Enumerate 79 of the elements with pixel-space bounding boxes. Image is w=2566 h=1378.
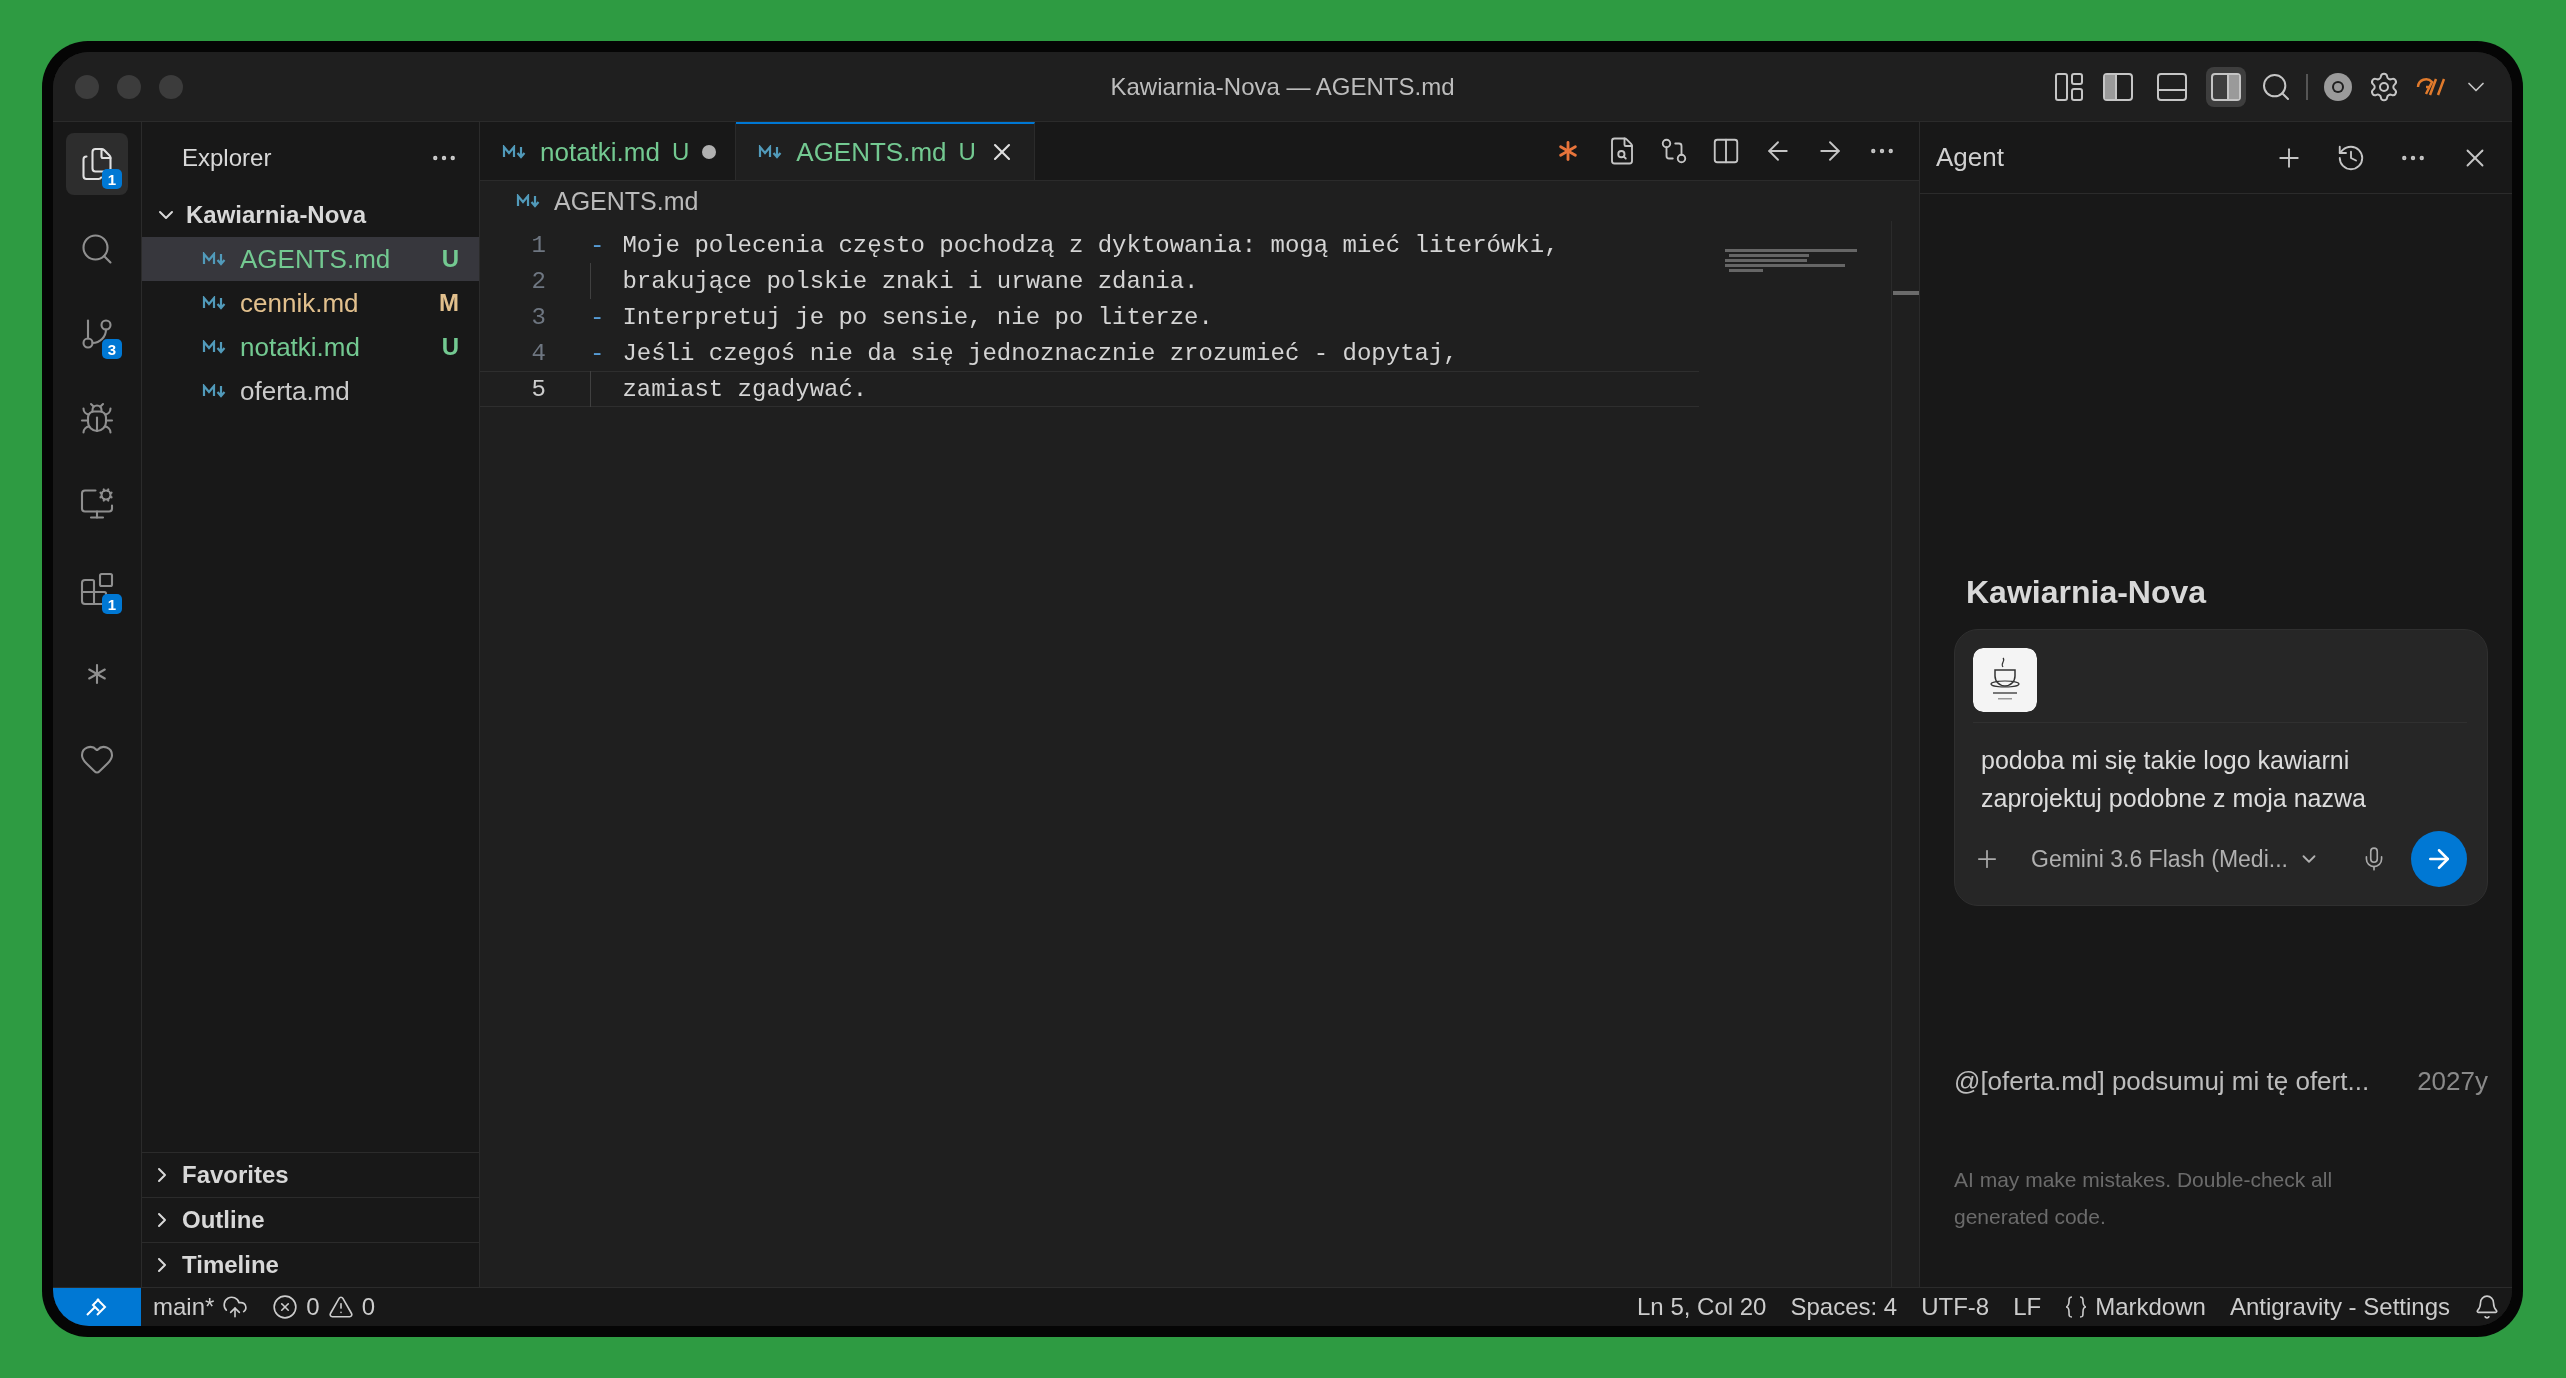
file-row[interactable]: AGENTS.md U xyxy=(142,237,479,281)
disclaimer-text: AI may make mistakes. Double-check all generated code. xyxy=(1954,1167,2334,1230)
scroll-marker xyxy=(1892,291,1919,295)
source-control-tab[interactable]: 3 xyxy=(66,303,128,365)
list-marker: - xyxy=(590,339,606,367)
browser-icon[interactable] xyxy=(2322,70,2354,103)
editor-tab[interactable]: AGENTS.md U xyxy=(736,122,1035,180)
warning-icon xyxy=(327,1294,354,1320)
line-number: 3 xyxy=(530,303,546,331)
compare-icon[interactable] xyxy=(1659,136,1689,166)
sidebar-toggle-icon xyxy=(2211,72,2241,101)
markdown-icon xyxy=(202,296,228,310)
panel-toggle-icon xyxy=(2157,72,2187,101)
file-row[interactable]: cennik.md M xyxy=(142,281,479,325)
panel-title: Agent xyxy=(1936,142,2005,173)
git-status: U xyxy=(441,333,459,361)
problems-status[interactable]: 0 0 xyxy=(260,1293,388,1321)
markdown-icon xyxy=(502,145,528,159)
bell-icon xyxy=(2474,1294,2500,1320)
split-editor-icon[interactable] xyxy=(1711,136,1741,166)
code-line: Moje polecenia często pochodzą z dyktowania: mogą mieć literówki, xyxy=(621,231,1559,259)
branch-status[interactable]: main* xyxy=(141,1293,261,1321)
explorer-title: Explorer xyxy=(182,143,272,172)
file-row[interactable]: notatki.md U xyxy=(142,325,479,369)
encoding-status[interactable]: UTF-8 xyxy=(1909,1293,2002,1321)
markdown-icon xyxy=(202,384,228,398)
unsaved-dot-icon xyxy=(701,144,718,160)
bug-icon xyxy=(79,401,115,437)
workspace-title: Kawiarnia-Nova xyxy=(1965,574,2208,611)
line-number: 5 xyxy=(530,375,546,403)
explorer-tab[interactable]: 1 xyxy=(66,133,128,195)
customize-layout-icon[interactable] xyxy=(2054,71,2084,102)
file-name: oferta.md xyxy=(240,375,351,407)
history-item[interactable]: @[oferta.md] podsumuj mi tę ofert... xyxy=(1954,1066,2418,1097)
code-line: Jeśli czegoś nie da się jednoznacznie zrozumieć - dopytaj, xyxy=(621,339,1458,367)
file-name: notatki.md xyxy=(240,331,361,363)
markdown-icon xyxy=(516,194,542,208)
breadcrumb[interactable]: AGENTS.md xyxy=(480,181,1919,221)
sidebar-toggle-icon xyxy=(2103,72,2133,101)
file-name: AGENTS.md xyxy=(240,243,392,275)
markdown-icon xyxy=(202,340,228,354)
cursor-position[interactable]: Ln 5, Col 20 xyxy=(1625,1293,1779,1321)
settings-status[interactable]: Antigravity - Settings xyxy=(2217,1293,2462,1321)
prompt-text[interactable]: podoba mi się takie logo kawiarni zaprojektuj podobne z moja nazwa xyxy=(1973,741,2467,817)
search-icon xyxy=(79,231,115,267)
remote-button[interactable] xyxy=(53,1288,141,1326)
line-number: 1 xyxy=(530,231,546,259)
file-row[interactable]: oferta.md xyxy=(142,369,479,413)
code-line: zamiast zgadywać. xyxy=(621,375,868,403)
markdown-icon xyxy=(202,252,228,266)
file-name: cennik.md xyxy=(240,287,360,319)
git-status: U xyxy=(441,245,459,273)
list-marker: - xyxy=(590,231,606,259)
code-line: Interpretuj je po sensie, nie po literze. xyxy=(621,303,1213,331)
send-button[interactable] xyxy=(2411,831,2467,887)
monitor-icon xyxy=(79,486,115,522)
cloud-upload-icon xyxy=(222,1294,249,1320)
list-marker: - xyxy=(590,303,606,331)
section-header[interactable]: Favorites xyxy=(142,1152,479,1197)
line-ending-status[interactable]: LF xyxy=(2001,1293,2054,1321)
code-line: brakujące polskie znaki i urwane zdania. xyxy=(621,267,1199,295)
count-badge: 1 xyxy=(102,594,122,614)
model-selector[interactable]: Gemini 3.6 Flash (Medi... xyxy=(2031,845,2361,873)
extensions-tab[interactable]: 1 xyxy=(66,558,128,620)
section-header[interactable]: Outline xyxy=(142,1197,479,1242)
indentation-status[interactable]: Spaces: 4 xyxy=(1778,1293,1910,1321)
line-number: 2 xyxy=(530,267,546,295)
layout-toggle[interactable] xyxy=(2206,66,2246,107)
braces-icon xyxy=(2065,1295,2088,1319)
count-badge: 1 xyxy=(102,169,122,189)
language-status[interactable]: Markdown xyxy=(2053,1293,2218,1321)
settings-icon[interactable] xyxy=(2368,70,2400,103)
history-age: 2027y xyxy=(2417,1066,2488,1097)
folder-item[interactable]: Kawiarnia-Nova xyxy=(142,193,479,237)
error-icon xyxy=(272,1294,299,1320)
line-number: 4 xyxy=(530,339,546,367)
count-badge: 3 xyxy=(102,339,122,359)
window-title: Kawiarnia-Nova — AGENTS.md xyxy=(1109,72,1456,101)
git-status: M xyxy=(439,289,459,317)
